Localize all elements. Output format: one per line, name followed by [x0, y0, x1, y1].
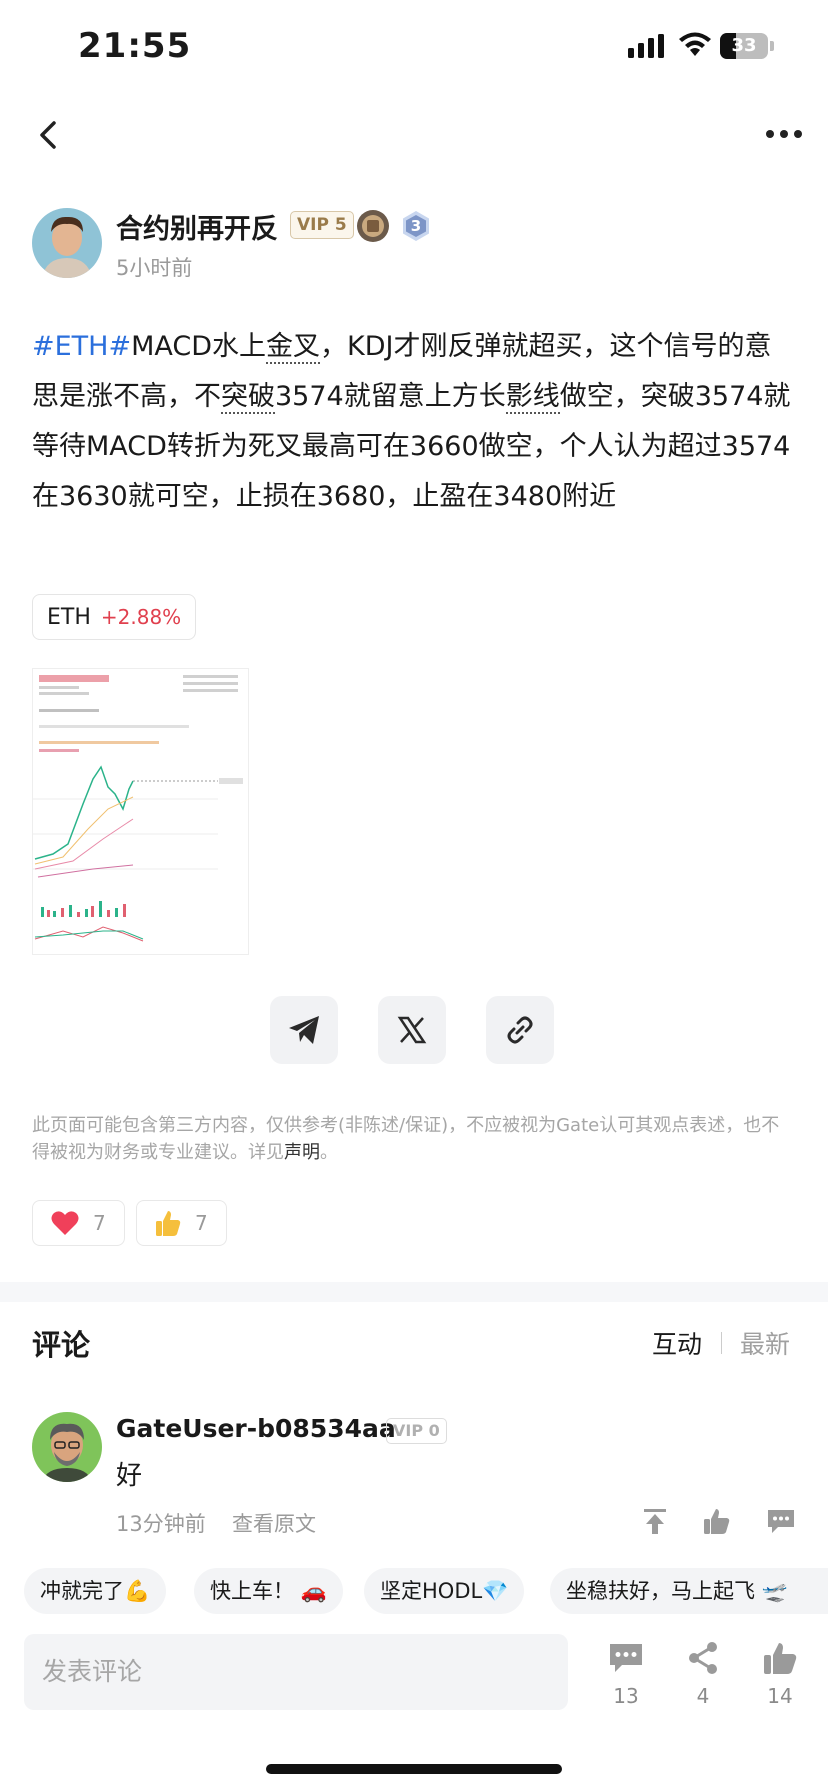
back-arrow-icon[interactable]: [34, 115, 64, 155]
heart-reaction-button[interactable]: 7: [32, 1200, 125, 1246]
pin-to-top-icon[interactable]: [640, 1506, 670, 1536]
quick-reply-chip[interactable]: 快上车！ 🚗: [194, 1568, 343, 1614]
wifi-icon: [679, 32, 711, 56]
commenter-vip-badge: VIP 0: [386, 1418, 447, 1444]
quick-reply-chip[interactable]: 冲就完了💪: [24, 1568, 167, 1614]
post-text-part: 3574就留意上方长: [275, 381, 506, 412]
quick-reply-chip[interactable]: 坐稳扶好，马上起飞 🛫: [550, 1568, 828, 1614]
thumbs-up-icon: [156, 1211, 181, 1236]
sort-latest-tab[interactable]: 最新: [740, 1325, 790, 1361]
heart-icon: [51, 1211, 79, 1235]
post-text-part: MACD水上: [131, 331, 267, 362]
level-badge: 3: [400, 210, 432, 242]
ticker-symbol: ETH: [47, 604, 91, 630]
battery-level: 33: [731, 35, 757, 56]
author-name[interactable]: 合约别再开反: [116, 207, 278, 246]
shares-count: 4: [696, 1684, 710, 1708]
sort-interactive-tab[interactable]: 互动: [652, 1325, 702, 1361]
quick-reply-chip[interactable]: 坚定HODL💎: [364, 1568, 525, 1614]
home-indicator: [266, 1764, 562, 1774]
glossary-term[interactable]: 影线: [505, 381, 560, 414]
more-options-icon[interactable]: [764, 122, 804, 146]
share-x-button[interactable]: [378, 996, 446, 1064]
level-number: 3: [410, 217, 422, 235]
disclaimer-body: 此页面可能包含第三方内容，仅供参考(非陈述/保证)，不应被视为Gate认可其观点…: [32, 1115, 780, 1163]
like-icon[interactable]: [762, 1640, 798, 1676]
author-avatar[interactable]: [32, 208, 102, 278]
comments-count: 13: [613, 1684, 639, 1708]
ticker-chip[interactable]: ETH +2.88%: [32, 594, 197, 640]
share-icon[interactable]: [685, 1640, 721, 1676]
section-divider: [0, 1282, 828, 1302]
status-time: 21:55: [78, 26, 192, 66]
view-original-link[interactable]: 查看原文: [232, 1508, 316, 1538]
thumb-count: 7: [195, 1211, 208, 1235]
telegram-icon: [289, 1016, 319, 1044]
cellular-signal-icon: [628, 34, 664, 58]
comment-like-icon[interactable]: [702, 1506, 732, 1536]
post-content: #ETH#MACD水上金叉，KDJ才刚反弹就超买，这个信号的意思是涨不高，不突破…: [32, 322, 794, 522]
post-time: 5小时前: [116, 256, 193, 280]
hashtag-link[interactable]: #ETH#: [32, 331, 131, 362]
likes-count: 14: [767, 1684, 793, 1708]
sort-separator: [721, 1332, 722, 1354]
disclaimer-text: 此页面可能包含第三方内容，仅供参考(非陈述/保证)，不应被视为Gate认可其观点…: [32, 1112, 792, 1166]
chart-screenshot-image[interactable]: [32, 668, 249, 955]
commenter-avatar[interactable]: [32, 1412, 102, 1482]
comment-input[interactable]: 发表评论: [24, 1634, 568, 1710]
glossary-term[interactable]: 金叉: [266, 331, 321, 364]
glossary-term[interactable]: 突破: [221, 381, 275, 414]
achievement-badge-icon: [357, 210, 389, 242]
comment-text: 好: [116, 1461, 143, 1491]
comments-title: 评论: [32, 1328, 91, 1362]
comments-icon[interactable]: [608, 1640, 644, 1676]
heart-count: 7: [93, 1211, 106, 1235]
vip-badge: VIP 5: [290, 211, 354, 239]
ticker-change: +2.88%: [100, 605, 182, 629]
share-telegram-button[interactable]: [270, 996, 338, 1064]
disclaimer-link[interactable]: 声明: [284, 1142, 320, 1163]
comment-time: 13分钟前: [116, 1512, 206, 1536]
commenter-name[interactable]: GateUser-b08534aa: [116, 1414, 396, 1443]
link-icon: [507, 1016, 533, 1044]
battery-icon: 33: [720, 33, 776, 59]
comment-reply-icon[interactable]: [766, 1506, 796, 1536]
thumb-reaction-button[interactable]: 7: [136, 1200, 227, 1246]
x-icon: [397, 1016, 427, 1044]
copy-link-button[interactable]: [486, 996, 554, 1064]
disclaimer-end: 。: [320, 1142, 338, 1163]
